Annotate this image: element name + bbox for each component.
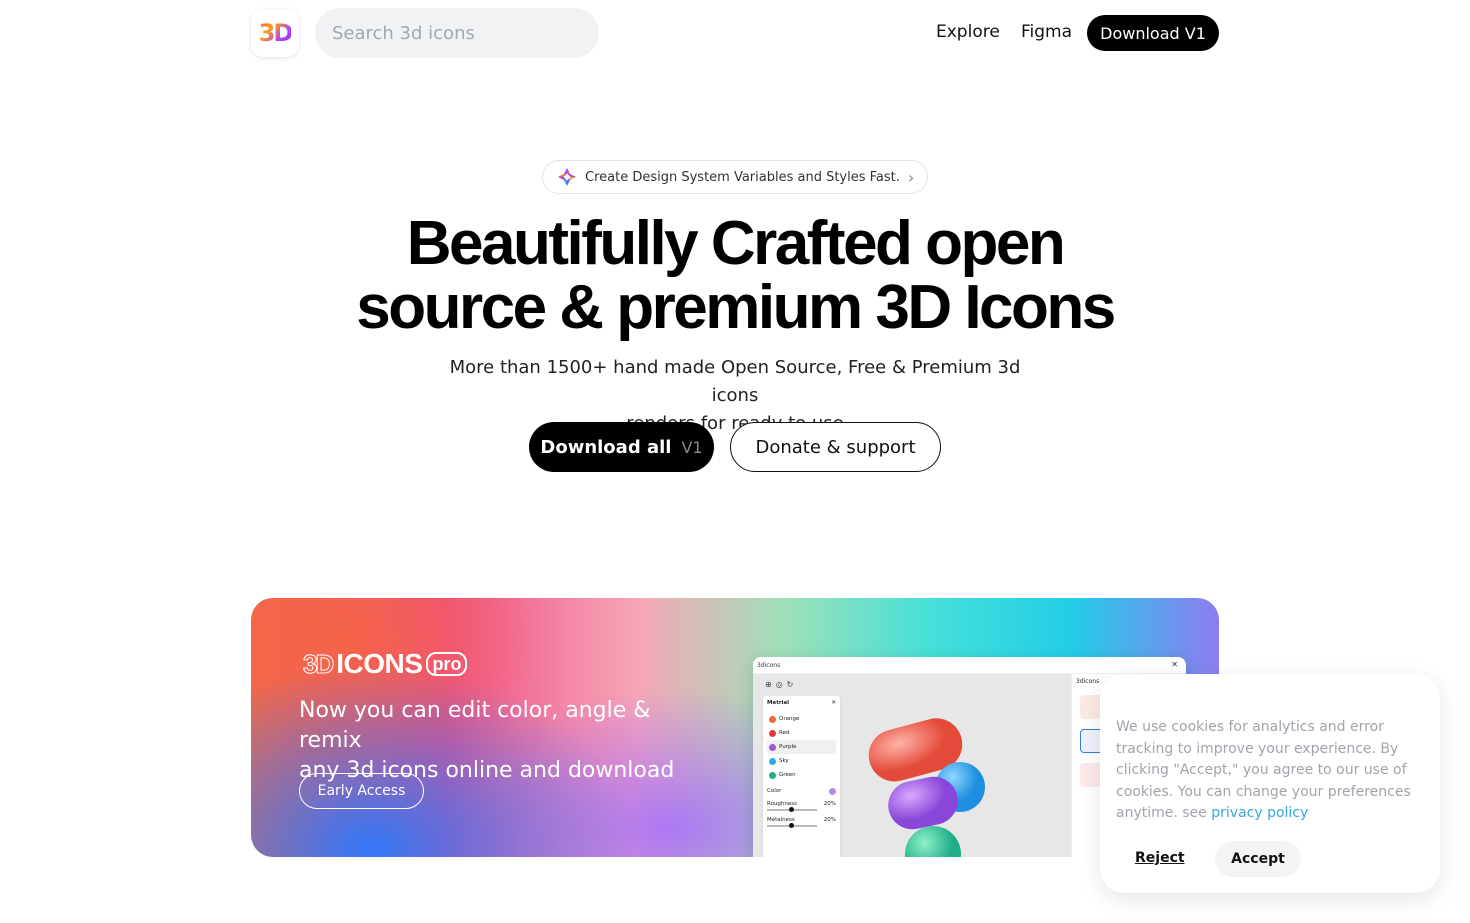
pro-banner: 3D ICONS pro Now you can edit color, ang… xyxy=(251,598,1219,857)
material-swatch xyxy=(769,729,776,737)
download-version-label: V1 xyxy=(681,437,703,457)
material-item: Green xyxy=(767,768,836,782)
hero-title: Beautifully Crafted open source & premiu… xyxy=(235,212,1235,340)
roughness-label: Roughness xyxy=(767,801,798,807)
hero-title-line2: source & premium 3D Icons xyxy=(356,273,1116,342)
chevron-right-icon: › xyxy=(907,167,915,187)
announcement-pill[interactable]: Create Design System Variables and Style… xyxy=(542,160,928,194)
announcement-text: Create Design System Variables and Style… xyxy=(585,169,900,185)
nav-explore-link[interactable]: Explore xyxy=(936,22,1000,42)
material-swatch xyxy=(769,757,776,765)
pro-logo-badge: pro xyxy=(426,652,468,676)
material-label: Sky xyxy=(779,758,789,764)
3d-icon-render xyxy=(868,718,985,857)
editor-tool-icons: ⊕◎↻ xyxy=(765,680,798,689)
roughness-slider xyxy=(767,807,817,812)
close-icon: ✕ xyxy=(1171,660,1178,669)
reject-button[interactable]: Reject xyxy=(1135,850,1185,866)
metalness-value: 20% xyxy=(823,817,836,823)
donate-button[interactable]: Donate & support xyxy=(730,422,941,472)
editor-titlebar: 3dicons xyxy=(753,657,1186,674)
material-swatch xyxy=(769,743,776,751)
material-list: Orange Red Purple Sky Green xyxy=(767,712,836,782)
material-swatch xyxy=(769,715,776,723)
roughness-value: 20% xyxy=(823,801,836,807)
material-label: Purple xyxy=(779,744,797,750)
color-swatch xyxy=(829,788,836,795)
pro-logo-3d: 3D xyxy=(302,648,334,679)
download-all-button[interactable]: Download all V1 xyxy=(529,422,714,472)
material-item: Red xyxy=(767,726,836,740)
material-item: Sky xyxy=(767,754,836,768)
site-logo[interactable]: 3D xyxy=(251,9,299,57)
close-icon: ✕ xyxy=(831,700,836,706)
color-label: Color xyxy=(767,788,782,794)
cookie-text: We use cookies for analytics and error t… xyxy=(1116,717,1416,825)
editor-canvas: ⊕◎↻ Metrial ✕ Orange Red Purple Sky Green Co… xyxy=(753,674,1071,857)
hero-subtitle: More than 1500+ hand made Open Source, F… xyxy=(435,354,1035,438)
nav-figma-link[interactable]: Figma xyxy=(1021,22,1072,42)
design-system-logo-icon xyxy=(558,168,576,186)
editor-title: 3dicons xyxy=(757,661,781,669)
material-panel-title: Metrial xyxy=(767,700,790,706)
pro-logo-icons: ICONS xyxy=(336,648,423,679)
material-panel: Metrial ✕ Orange Red Purple Sky Green Color … xyxy=(763,696,840,857)
material-item: Orange xyxy=(767,712,836,726)
icons-pro-logo: 3D ICONS pro xyxy=(302,648,468,680)
material-label: Red xyxy=(779,730,790,736)
accept-button[interactable]: Accept xyxy=(1215,841,1301,877)
search-input[interactable] xyxy=(315,8,599,58)
material-label: Orange xyxy=(779,716,800,722)
logo-mark: 3D xyxy=(258,19,294,47)
metalness-slider xyxy=(767,823,817,828)
material-item: Purple xyxy=(767,740,836,754)
banner-text-line1: Now you can edit color, angle & remix xyxy=(299,698,651,753)
hero-title-line1: Beautifully Crafted open xyxy=(406,209,1066,278)
early-access-button[interactable]: Early Access xyxy=(299,773,424,809)
cookie-consent-dialog: We use cookies for analytics and error t… xyxy=(1100,674,1440,893)
hero-subtitle-line1: More than 1500+ hand made Open Source, F… xyxy=(449,357,1021,406)
privacy-policy-link[interactable]: privacy policy xyxy=(1211,805,1308,821)
header-download-button[interactable]: Download V1 xyxy=(1087,15,1219,51)
material-label: Green xyxy=(779,772,796,778)
material-swatch xyxy=(769,771,776,779)
download-all-label: Download all xyxy=(540,436,672,458)
